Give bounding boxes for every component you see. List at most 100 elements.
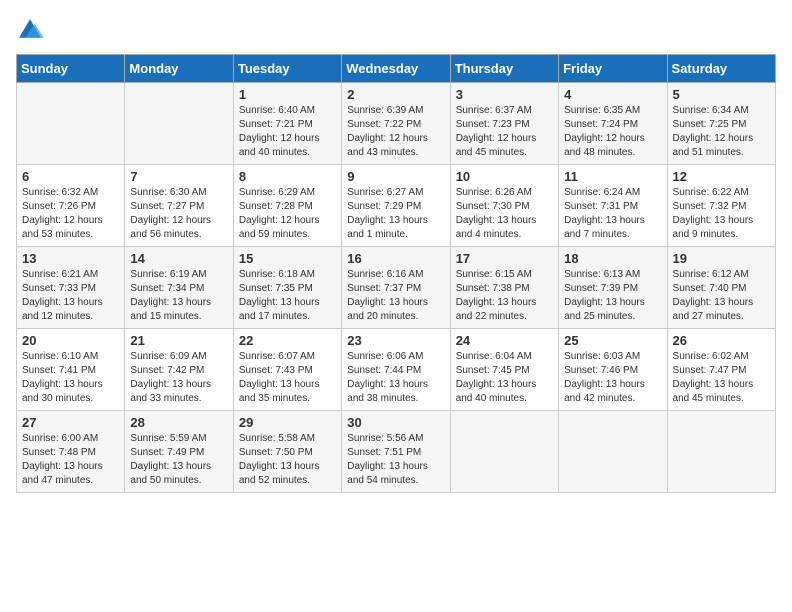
sunrise-text: Sunrise: 6:37 AM: [456, 104, 553, 118]
calendar-cell: [450, 411, 558, 493]
sunrise-text: Sunrise: 6:04 AM: [456, 350, 553, 364]
sunrise-text: Sunrise: 6:29 AM: [239, 186, 336, 200]
weekday-header-cell: Saturday: [667, 55, 775, 83]
sunset-text: Sunset: 7:21 PM: [239, 118, 336, 132]
cell-sun-info: Sunrise: 6:40 AMSunset: 7:21 PMDaylight:…: [239, 104, 336, 160]
day-number: 2: [347, 87, 444, 102]
day-number: 17: [456, 251, 553, 266]
calendar-cell: 11Sunrise: 6:24 AMSunset: 7:31 PMDayligh…: [559, 165, 667, 247]
cell-sun-info: Sunrise: 6:12 AMSunset: 7:40 PMDaylight:…: [673, 268, 770, 324]
sunset-text: Sunset: 7:44 PM: [347, 364, 444, 378]
weekday-header-cell: Monday: [125, 55, 233, 83]
cell-sun-info: Sunrise: 6:32 AMSunset: 7:26 PMDaylight:…: [22, 186, 119, 242]
page-header: [16, 16, 776, 44]
daylight-text: Daylight: 13 hours and 54 minutes.: [347, 460, 444, 488]
sunrise-text: Sunrise: 6:35 AM: [564, 104, 661, 118]
logo-icon: [16, 16, 44, 44]
sunset-text: Sunset: 7:47 PM: [673, 364, 770, 378]
weekday-header-cell: Thursday: [450, 55, 558, 83]
sunrise-text: Sunrise: 6:10 AM: [22, 350, 119, 364]
sunset-text: Sunset: 7:42 PM: [130, 364, 227, 378]
cell-sun-info: Sunrise: 5:59 AMSunset: 7:49 PMDaylight:…: [130, 432, 227, 488]
sunset-text: Sunset: 7:37 PM: [347, 282, 444, 296]
sunrise-text: Sunrise: 6:12 AM: [673, 268, 770, 282]
cell-sun-info: Sunrise: 6:10 AMSunset: 7:41 PMDaylight:…: [22, 350, 119, 406]
cell-sun-info: Sunrise: 6:29 AMSunset: 7:28 PMDaylight:…: [239, 186, 336, 242]
cell-sun-info: Sunrise: 6:09 AMSunset: 7:42 PMDaylight:…: [130, 350, 227, 406]
day-number: 5: [673, 87, 770, 102]
daylight-text: Daylight: 12 hours and 43 minutes.: [347, 132, 444, 160]
sunset-text: Sunset: 7:49 PM: [130, 446, 227, 460]
calendar-week-row: 6Sunrise: 6:32 AMSunset: 7:26 PMDaylight…: [17, 165, 776, 247]
sunset-text: Sunset: 7:39 PM: [564, 282, 661, 296]
calendar-table: SundayMondayTuesdayWednesdayThursdayFrid…: [16, 54, 776, 493]
calendar-week-row: 13Sunrise: 6:21 AMSunset: 7:33 PMDayligh…: [17, 247, 776, 329]
sunrise-text: Sunrise: 6:00 AM: [22, 432, 119, 446]
day-number: 13: [22, 251, 119, 266]
day-number: 24: [456, 333, 553, 348]
sunset-text: Sunset: 7:46 PM: [564, 364, 661, 378]
sunset-text: Sunset: 7:27 PM: [130, 200, 227, 214]
sunrise-text: Sunrise: 6:39 AM: [347, 104, 444, 118]
daylight-text: Daylight: 13 hours and 25 minutes.: [564, 296, 661, 324]
day-number: 3: [456, 87, 553, 102]
cell-sun-info: Sunrise: 6:34 AMSunset: 7:25 PMDaylight:…: [673, 104, 770, 160]
cell-sun-info: Sunrise: 6:26 AMSunset: 7:30 PMDaylight:…: [456, 186, 553, 242]
day-number: 22: [239, 333, 336, 348]
cell-sun-info: Sunrise: 6:13 AMSunset: 7:39 PMDaylight:…: [564, 268, 661, 324]
sunrise-text: Sunrise: 6:13 AM: [564, 268, 661, 282]
sunrise-text: Sunrise: 6:02 AM: [673, 350, 770, 364]
daylight-text: Daylight: 13 hours and 27 minutes.: [673, 296, 770, 324]
cell-sun-info: Sunrise: 6:35 AMSunset: 7:24 PMDaylight:…: [564, 104, 661, 160]
cell-sun-info: Sunrise: 5:58 AMSunset: 7:50 PMDaylight:…: [239, 432, 336, 488]
sunset-text: Sunset: 7:31 PM: [564, 200, 661, 214]
daylight-text: Daylight: 12 hours and 48 minutes.: [564, 132, 661, 160]
day-number: 12: [673, 169, 770, 184]
sunset-text: Sunset: 7:26 PM: [22, 200, 119, 214]
cell-sun-info: Sunrise: 6:22 AMSunset: 7:32 PMDaylight:…: [673, 186, 770, 242]
sunset-text: Sunset: 7:32 PM: [673, 200, 770, 214]
daylight-text: Daylight: 13 hours and 42 minutes.: [564, 378, 661, 406]
calendar-cell: 25 Sunrise: 6:03 AMSunset: 7:46 PMDayligh…: [559, 329, 667, 411]
sunset-text: Sunset: 7:45 PM: [456, 364, 553, 378]
calendar-cell: [17, 83, 125, 165]
sunrise-text: Sunrise: 6:03 AM: [564, 350, 661, 364]
daylight-text: Daylight: 12 hours and 45 minutes.: [456, 132, 553, 160]
day-number: 10: [456, 169, 553, 184]
daylight-text: Daylight: 13 hours and 50 minutes.: [130, 460, 227, 488]
sunrise-text: Sunrise: 6:24 AM: [564, 186, 661, 200]
sunrise-text: Sunrise: 6:09 AM: [130, 350, 227, 364]
calendar-cell: 15Sunrise: 6:18 AMSunset: 7:35 PMDayligh…: [233, 247, 341, 329]
sunrise-text: Sunrise: 6:27 AM: [347, 186, 444, 200]
day-number: 11: [564, 169, 661, 184]
daylight-text: Daylight: 12 hours and 59 minutes.: [239, 214, 336, 242]
calendar-cell: 1Sunrise: 6:40 AMSunset: 7:21 PMDaylight…: [233, 83, 341, 165]
calendar-cell: 13Sunrise: 6:21 AMSunset: 7:33 PMDayligh…: [17, 247, 125, 329]
daylight-text: Daylight: 13 hours and 1 minute.: [347, 214, 444, 242]
sunset-text: Sunset: 7:23 PM: [456, 118, 553, 132]
cell-sun-info: Sunrise: 6:15 AMSunset: 7:38 PMDaylight:…: [456, 268, 553, 324]
calendar-cell: 21Sunrise: 6:09 AMSunset: 7:42 PMDayligh…: [125, 329, 233, 411]
calendar-cell: 18 Sunrise: 6:13 AMSunset: 7:39 PMDayligh…: [559, 247, 667, 329]
day-number: 18: [564, 251, 661, 266]
daylight-text: Daylight: 13 hours and 12 minutes.: [22, 296, 119, 324]
sunrise-text: Sunrise: 6:26 AM: [456, 186, 553, 200]
sunrise-text: Sunrise: 5:56 AM: [347, 432, 444, 446]
calendar-week-row: 1Sunrise: 6:40 AMSunset: 7:21 PMDaylight…: [17, 83, 776, 165]
sunrise-text: Sunrise: 6:21 AM: [22, 268, 119, 282]
sunset-text: Sunset: 7:51 PM: [347, 446, 444, 460]
cell-sun-info: Sunrise: 6:02 AMSunset: 7:47 PMDaylight:…: [673, 350, 770, 406]
day-number: 26: [673, 333, 770, 348]
calendar-cell: 7Sunrise: 6:30 AMSunset: 7:27 PMDaylight…: [125, 165, 233, 247]
day-number: 15: [239, 251, 336, 266]
sunset-text: Sunset: 7:35 PM: [239, 282, 336, 296]
day-number: 25: [564, 333, 661, 348]
daylight-text: Daylight: 12 hours and 53 minutes.: [22, 214, 119, 242]
daylight-text: Daylight: 13 hours and 22 minutes.: [456, 296, 553, 324]
sunset-text: Sunset: 7:41 PM: [22, 364, 119, 378]
daylight-text: Daylight: 13 hours and 40 minutes.: [456, 378, 553, 406]
cell-sun-info: Sunrise: 6:19 AMSunset: 7:34 PMDaylight:…: [130, 268, 227, 324]
day-number: 4: [564, 87, 661, 102]
calendar-cell: 8Sunrise: 6:29 AMSunset: 7:28 PMDaylight…: [233, 165, 341, 247]
cell-sun-info: Sunrise: 6:16 AMSunset: 7:37 PMDaylight:…: [347, 268, 444, 324]
